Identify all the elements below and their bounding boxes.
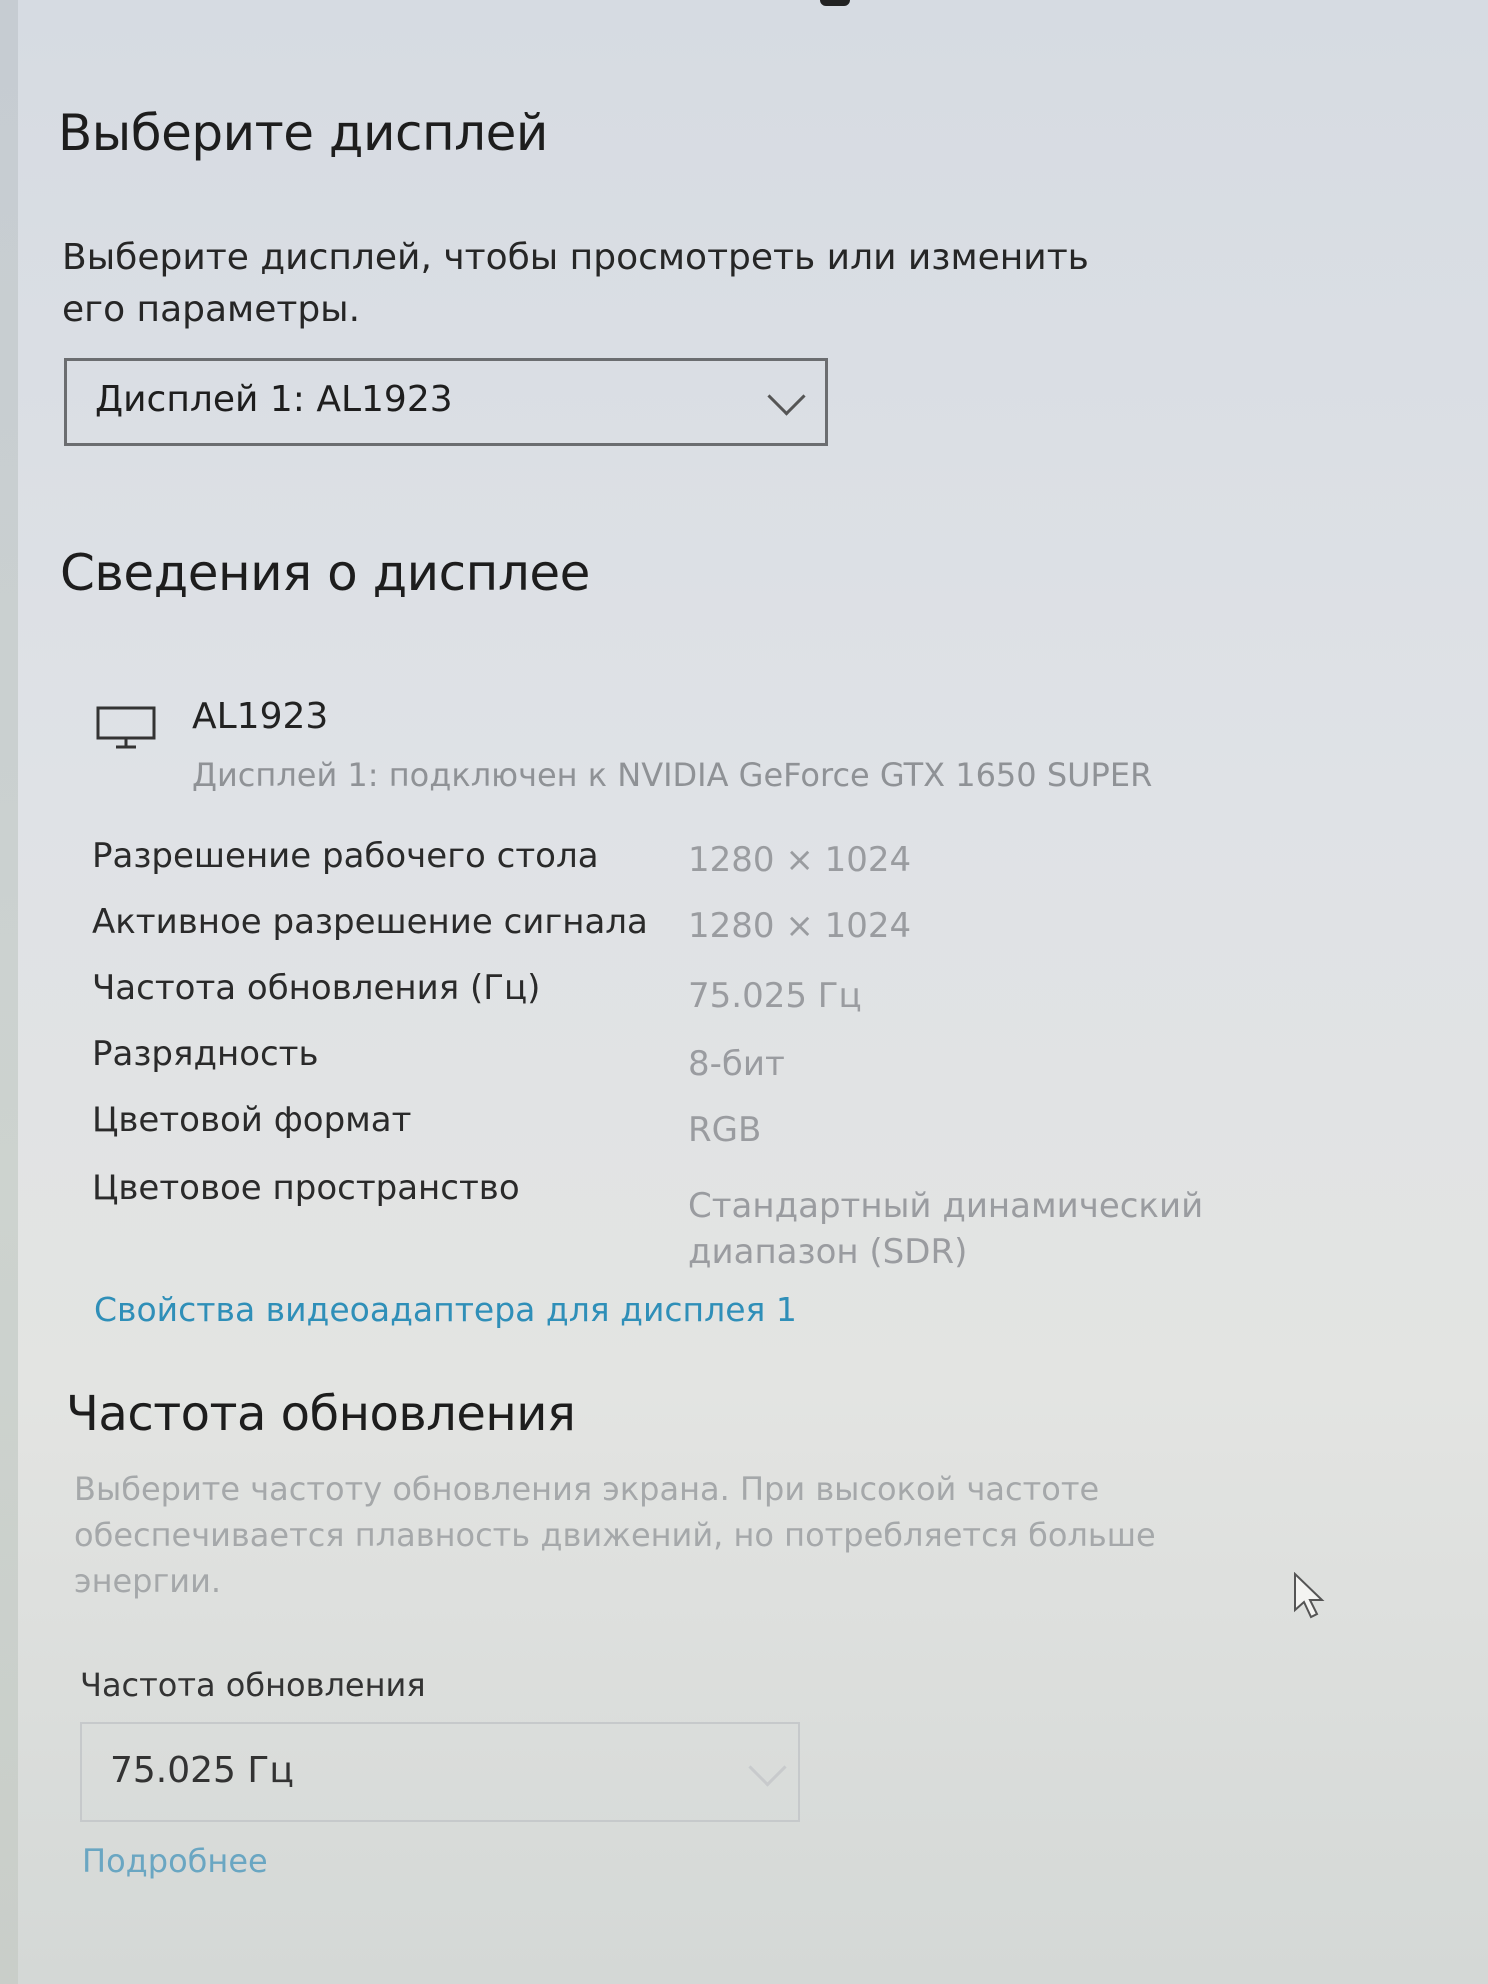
info-label-color-space: Цветовое пространство (92, 1168, 520, 1208)
refresh-rate-description: Выберите частоту обновления экрана. При … (74, 1470, 1156, 1600)
select-display-description: Выберите дисплей, чтобы просмотреть или … (62, 237, 1089, 330)
monitor-icon (96, 706, 156, 749)
info-value-refresh-rate: 75.025 Гц (688, 976, 862, 1016)
info-label-bit-depth: Разрядность (92, 1034, 319, 1074)
display-select-value: Дисплей 1: AL1923 (95, 379, 453, 420)
learn-more-link[interactable]: Подробнее (82, 1842, 268, 1880)
info-value-bit-depth: 8-бит (688, 1044, 785, 1084)
settings-page: Выберите дисплей Выберите дисплей, чтобы… (0, 0, 1488, 1984)
refresh-rate-dropdown-value: 75.025 Гц (110, 1750, 294, 1791)
info-value-desktop-resolution: 1280 × 1024 (688, 840, 912, 880)
display-select-dropdown[interactable]: Дисплей 1: AL1923 (64, 358, 828, 446)
adapter-properties-link[interactable]: Свойства видеоадаптера для дисплея 1 (94, 1290, 797, 1329)
refresh-rate-field-label: Частота обновления (80, 1666, 426, 1704)
refresh-rate-heading: Частота обновления (66, 1386, 576, 1442)
refresh-rate-dropdown[interactable]: 75.025 Гц (80, 1722, 800, 1822)
select-display-heading: Выберите дисплей (58, 104, 548, 162)
info-label-desktop-resolution: Разрешение рабочего стола (92, 836, 599, 876)
info-value-color-space: Стандартный динамический (688, 1186, 1204, 1226)
info-label-refresh-rate: Частота обновления (Гц) (92, 968, 541, 1008)
display-info-heading: Сведения о дисплее (60, 544, 590, 602)
mouse-pointer-icon (1294, 1572, 1325, 1619)
info-value-active-signal: 1280 × 1024 (688, 906, 912, 946)
info-label-color-format: Цветовой формат (92, 1100, 412, 1140)
top-edge-artifact (820, 0, 850, 6)
monitor-connection: Дисплей 1: подключен к NVIDIA GeForce GT… (192, 756, 1153, 794)
monitor-name: AL1923 (192, 696, 329, 737)
chevron-down-icon (748, 1748, 787, 1787)
info-value-color-space-line2: диапазон (SDR) (688, 1232, 968, 1272)
left-edge (0, 0, 18, 1984)
chevron-down-icon (767, 377, 806, 416)
info-label-active-signal: Активное разрешение сигнала (92, 902, 648, 942)
info-value-color-format: RGB (688, 1110, 762, 1150)
